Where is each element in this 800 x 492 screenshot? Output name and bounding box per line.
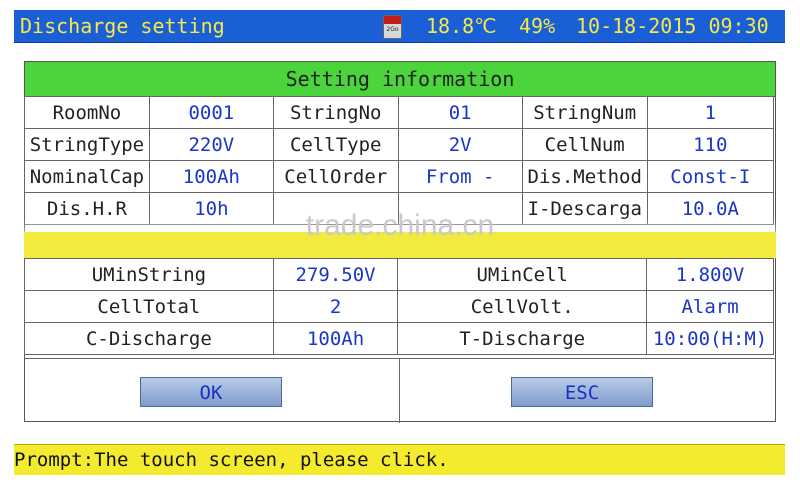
c-discharge-value[interactable]: 100Ah <box>272 322 399 355</box>
watermark-text: trade.china.cn <box>305 209 495 242</box>
table-row: NominalCap 100Ah CellOrder From - Dis.Me… <box>24 160 775 193</box>
string-no-value[interactable]: 01 <box>397 96 523 129</box>
dis-method-value[interactable]: Const-I <box>646 160 775 193</box>
title-bar: Discharge setting 2Go 18.8℃ 49% 10-18-20… <box>14 10 785 43</box>
button-row: OK ESC <box>24 358 776 423</box>
cell-num-value[interactable]: 110 <box>646 128 775 161</box>
sd-card-icon: 2Go <box>383 15 402 39</box>
ok-button[interactable]: OK <box>140 377 282 407</box>
cell-order-label: CellOrder <box>272 160 399 193</box>
prompt-bar: Prompt:The touch screen, please click. <box>14 444 785 475</box>
cell-volt-label: CellVolt. <box>397 290 648 323</box>
dis-method-label: Dis.Method <box>521 160 648 193</box>
t-discharge-label: T-Discharge <box>397 322 648 355</box>
c-discharge-label: C-Discharge <box>24 322 274 355</box>
room-no-label: RoomNo <box>24 96 150 129</box>
umin-cell-label: UMinCell <box>397 258 648 291</box>
string-type-value[interactable]: 220V <box>148 128 274 161</box>
setting-information-header: Setting information <box>25 62 775 97</box>
battery-level: 49% <box>519 14 556 38</box>
lower-settings-table: UMinString 279.50V UMinCell 1.800V CellT… <box>24 258 774 355</box>
string-no-label: StringNo <box>272 96 399 129</box>
t-discharge-value[interactable]: 10:00(H:M) <box>646 322 774 355</box>
table-row: UMinString 279.50V UMinCell 1.800V <box>24 258 774 291</box>
cell-num-label: CellNum <box>521 128 648 161</box>
cell-order-value[interactable]: From - <box>397 160 523 193</box>
upper-settings-table: RoomNo 0001 StringNo 01 StringNum 1 Stri… <box>24 96 775 225</box>
cell-total-label: CellTotal <box>24 290 274 323</box>
prompt-text: Prompt:The touch screen, please click. <box>14 449 449 471</box>
table-row: RoomNo 0001 StringNo 01 StringNum 1 <box>24 96 775 129</box>
room-no-value[interactable]: 0001 <box>148 96 274 129</box>
temperature-readout: 18.8℃ <box>426 14 497 38</box>
string-num-label: StringNum <box>521 96 648 129</box>
string-num-value[interactable]: 1 <box>646 96 775 129</box>
umin-string-label: UMinString <box>24 258 274 291</box>
cell-type-label: CellType <box>272 128 399 161</box>
umin-string-value[interactable]: 279.50V <box>272 258 399 291</box>
settings-panel: Setting information RoomNo 0001 StringNo… <box>24 61 776 423</box>
nominal-cap-value[interactable]: 100Ah <box>148 160 274 193</box>
window-title: Discharge setting <box>20 14 225 38</box>
table-row: CellTotal 2 CellVolt. Alarm <box>24 290 774 323</box>
cell-volt-value[interactable]: Alarm <box>646 290 774 323</box>
string-type-label: StringType <box>24 128 150 161</box>
esc-button[interactable]: ESC <box>511 377 653 407</box>
date-time: 10-18-2015 09:30 <box>576 14 769 38</box>
button-divider <box>399 359 400 423</box>
table-row: C-Discharge 100Ah T-Discharge 10:00(H:M) <box>24 322 774 355</box>
cell-type-value[interactable]: 2V <box>397 128 523 161</box>
umin-cell-value[interactable]: 1.800V <box>646 258 774 291</box>
nominal-cap-label: NominalCap <box>24 160 150 193</box>
table-row: StringType 220V CellType 2V CellNum 110 <box>24 128 775 161</box>
cell-total-value[interactable]: 2 <box>272 290 399 323</box>
sd-card-label: 2Go <box>386 26 399 33</box>
